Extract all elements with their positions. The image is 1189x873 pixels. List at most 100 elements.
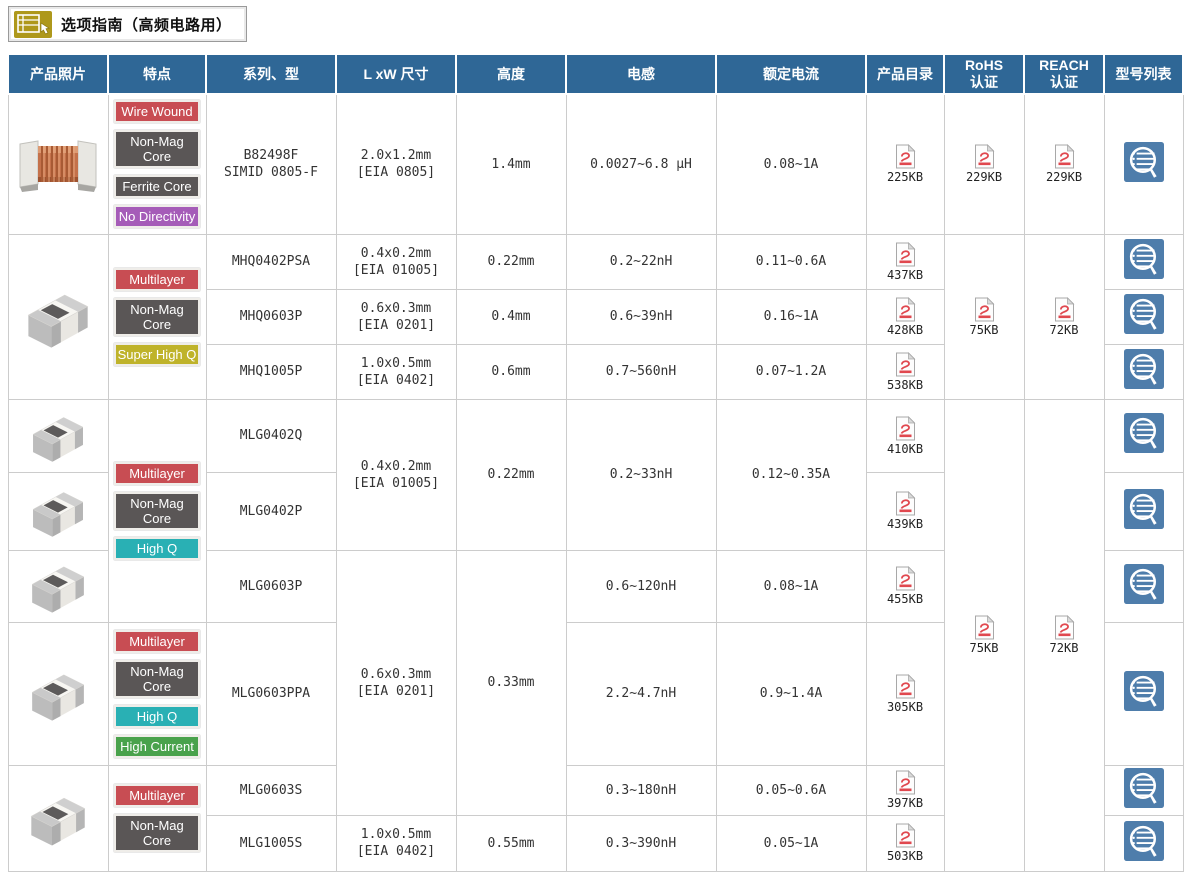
current-mlg0402-group: 0.12~0.35A <box>716 399 866 550</box>
product-selection-table: 产品照片 特点 系列、型 L xW 尺寸 高度 电感 额定电流 产品目录 RoH… <box>7 53 1184 872</box>
catalog-pdf-link[interactable]: 503KB <box>869 823 942 863</box>
pdf-file-icon <box>895 416 916 441</box>
catalog-pdf-link[interactable]: 439KB <box>869 491 942 531</box>
rohs-pdf-link[interactable]: 75KB <box>947 615 1022 655</box>
size-mhq0603p: 0.6x0.3mm [EIA 0201] <box>336 289 456 344</box>
inductance-mlg0603s: 0.3~180nH <box>566 765 716 815</box>
pdf-file-icon <box>1054 144 1075 169</box>
pdf-file-icon <box>895 823 916 848</box>
model-list-link[interactable] <box>1124 142 1164 182</box>
series-mlg1005s: MLG1005S <box>206 815 336 871</box>
feature-badge-multilayer: Multilayer <box>114 784 200 807</box>
feature-badge-multilayer: Multilayer <box>114 268 200 291</box>
catalog-pdf-link[interactable]: 428KB <box>869 297 942 337</box>
product-photo-mlg0402p <box>8 472 108 550</box>
model-list-link[interactable] <box>1124 768 1164 808</box>
pdf-file-icon <box>974 615 995 640</box>
series-mhq0603p: MHQ0603P <box>206 289 336 344</box>
col-header-rohs: RoHS 认证 <box>944 54 1024 94</box>
rohs-pdf-link[interactable]: 229KB <box>947 144 1022 184</box>
feature-badge-ferrite-core: Ferrite Core <box>114 175 200 198</box>
inductance-b82498f: 0.0027~6.8 μH <box>566 94 716 234</box>
catalog-pdf-link[interactable]: 305KB <box>869 674 942 714</box>
wire-wound-inductor-photo <box>16 132 100 196</box>
model-list-cell-mlg0603s <box>1104 765 1183 815</box>
features-mlg-s: Multilayer Non-Mag Core <box>108 765 206 871</box>
model-list-link[interactable] <box>1124 564 1164 604</box>
series-mhq0402psa: MHQ0402PSA <box>206 234 336 289</box>
magnifier-list-icon <box>1124 349 1164 389</box>
rohs-pdf-link[interactable]: 75KB <box>947 297 1022 337</box>
multilayer-chip-photo <box>21 482 95 540</box>
inductance-mlg0402-group: 0.2~33nH <box>566 399 716 550</box>
series-mlg0402q: MLG0402Q <box>206 399 336 472</box>
model-list-cell-mlg0603p <box>1104 550 1183 622</box>
magnifier-list-icon <box>1124 564 1164 604</box>
catalog-cell-mlg0603ppa: 305KB <box>866 622 944 765</box>
size-mlg0603-group: 0.6x0.3mm [EIA 0201] <box>336 550 456 815</box>
catalog-pdf-link[interactable]: 538KB <box>869 352 942 392</box>
multilayer-chip-photo <box>21 407 95 465</box>
features-b82498f: Wire Wound Non-Mag Core Ferrite Core No … <box>108 94 206 234</box>
product-photo-mlg-s <box>8 765 108 871</box>
col-header-size: L xW 尺寸 <box>336 54 456 94</box>
col-header-reach: REACH 认证 <box>1024 54 1104 94</box>
reach-pdf-link[interactable]: 229KB <box>1027 144 1102 184</box>
page-title: 选项指南（高频电路用） <box>61 14 232 35</box>
reach-pdf-link[interactable]: 72KB <box>1027 615 1102 655</box>
pdf-file-icon <box>974 297 995 322</box>
catalog-pdf-link[interactable]: 410KB <box>869 416 942 456</box>
feature-badge-wire-wound: Wire Wound <box>114 100 200 123</box>
pdf-file-icon <box>895 566 916 591</box>
series-mhq1005p: MHQ1005P <box>206 344 336 399</box>
current-mlg0603p: 0.08~1A <box>716 550 866 622</box>
col-header-model-list: 型号列表 <box>1104 54 1183 94</box>
size-b82498f: 2.0x1.2mm [EIA 0805] <box>336 94 456 234</box>
pdf-file-icon <box>895 770 916 795</box>
series-b82498f: B82498F SIMID 0805-F <box>206 94 336 234</box>
current-mhq0402psa: 0.11~0.6A <box>716 234 866 289</box>
reach-pdf-link[interactable]: 72KB <box>1027 297 1102 337</box>
magnifier-list-icon <box>1124 142 1164 182</box>
size-mlg0402-group: 0.4x0.2mm [EIA 01005] <box>336 399 456 550</box>
current-mhq0603p: 0.16~1A <box>716 289 866 344</box>
model-list-cell-mlg0402p <box>1104 472 1183 550</box>
model-list-link[interactable] <box>1124 671 1164 711</box>
current-mhq1005p: 0.07~1.2A <box>716 344 866 399</box>
catalog-cell-b82498f: 225KB <box>866 94 944 234</box>
series-mlg0603ppa: MLG0603PPA <box>206 622 336 765</box>
catalog-cell-mhq0603p: 428KB <box>866 289 944 344</box>
multilayer-chip-photo <box>15 282 101 352</box>
height-mhq1005p: 0.6mm <box>456 344 566 399</box>
model-list-link[interactable] <box>1124 413 1164 453</box>
model-list-link[interactable] <box>1124 294 1164 334</box>
model-list-cell-b82498f <box>1104 94 1183 234</box>
catalog-cell-mlg0603s: 397KB <box>866 765 944 815</box>
product-photo-mlg0603ppa <box>8 622 108 765</box>
magnifier-list-icon <box>1124 821 1164 861</box>
model-list-cell-mlg1005s <box>1104 815 1183 871</box>
model-list-link[interactable] <box>1124 821 1164 861</box>
magnifier-list-icon <box>1124 413 1164 453</box>
catalog-pdf-link[interactable]: 437KB <box>869 242 942 282</box>
catalog-pdf-link[interactable]: 225KB <box>869 144 942 184</box>
col-header-catalog: 产品目录 <box>866 54 944 94</box>
feature-badge-high-q: High Q <box>114 705 200 728</box>
catalog-pdf-link[interactable]: 397KB <box>869 770 942 810</box>
model-list-link[interactable] <box>1124 349 1164 389</box>
model-list-link[interactable] <box>1124 489 1164 529</box>
catalog-pdf-link[interactable]: 455KB <box>869 566 942 606</box>
rohs-cell-mlg-group: 75KB <box>944 399 1024 871</box>
magnifier-list-icon <box>1124 768 1164 808</box>
model-list-link[interactable] <box>1124 239 1164 279</box>
series-mlg0603p: MLG0603P <box>206 550 336 622</box>
col-header-inductance: 电感 <box>566 54 716 94</box>
pdf-file-icon <box>895 674 916 699</box>
current-mlg0603s: 0.05~0.6A <box>716 765 866 815</box>
pdf-file-icon <box>895 297 916 322</box>
col-header-rated-current: 额定电流 <box>716 54 866 94</box>
catalog-cell-mhq1005p: 538KB <box>866 344 944 399</box>
model-list-cell-mlg0603ppa <box>1104 622 1183 765</box>
height-mhq0402psa: 0.22mm <box>456 234 566 289</box>
series-mlg0603s: MLG0603S <box>206 765 336 815</box>
